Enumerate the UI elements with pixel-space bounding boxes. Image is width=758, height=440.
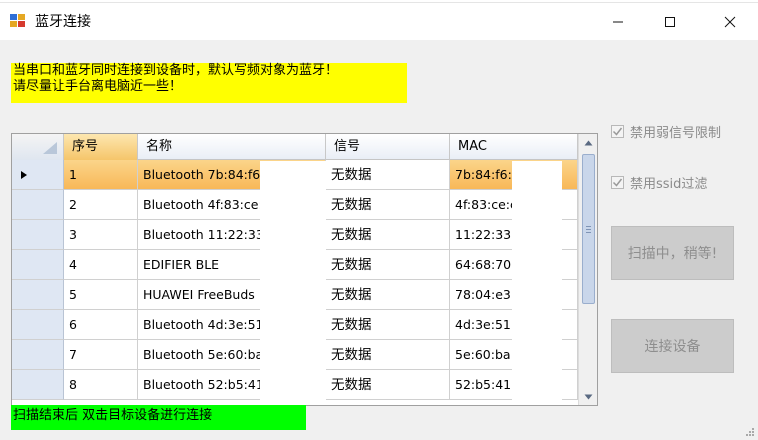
app-windows-form-icon [9, 12, 27, 28]
disable-ssid-filter-checkbox[interactable]: 禁用ssid过滤 [611, 173, 707, 192]
disable-weak-signal-checkbox[interactable]: 禁用弱信号限制 [611, 122, 721, 141]
resize-grip-icon[interactable] [745, 427, 755, 437]
cell-seq[interactable]: 6 [64, 310, 138, 340]
cell-signal[interactable]: 无数据 [326, 280, 450, 310]
disable-weak-signal-label: 禁用弱信号限制 [630, 126, 722, 141]
scroll-up-button[interactable] [579, 134, 597, 151]
cell-seq[interactable]: 4 [64, 250, 138, 280]
cell-seq[interactable]: 8 [64, 370, 138, 400]
column-header-seq[interactable]: 序号 [64, 134, 138, 160]
scan-button[interactable]: 扫描中，稍等! [611, 226, 734, 280]
minimize-button[interactable] [595, 3, 641, 40]
notice-label: 当串口和蓝牙同时连接到设备时，默认写频对象为蓝牙！ 请尽量让手台离电脑近一些！ [11, 63, 407, 103]
vertical-scrollbar[interactable] [578, 134, 597, 405]
disable-ssid-filter-label: 禁用ssid过滤 [630, 177, 708, 192]
redaction-mask-name [260, 161, 326, 405]
scroll-up-arrow-icon [584, 140, 593, 145]
row-header[interactable] [12, 280, 64, 310]
close-button[interactable] [707, 3, 753, 40]
close-icon [724, 16, 736, 27]
scroll-down-arrow-icon [584, 394, 593, 399]
notice-line-2: 请尽量让手台离电脑近一些！ [13, 79, 183, 94]
minimize-icon [613, 21, 623, 22]
cell-seq[interactable]: 1 [64, 160, 138, 190]
scroll-down-button[interactable] [579, 388, 597, 405]
maximize-icon [665, 16, 675, 27]
cell-signal[interactable]: 无数据 [326, 190, 450, 220]
cell-signal[interactable]: 无数据 [326, 160, 450, 190]
row-header[interactable] [12, 160, 64, 190]
row-header[interactable] [12, 370, 64, 400]
client-area: 当串口和蓝牙同时连接到设备时，默认写频对象为蓝牙！ 请尽量让手台离电脑近一些！ … [0, 40, 758, 440]
checkbox-checked-icon [611, 176, 624, 189]
cell-signal[interactable]: 无数据 [326, 340, 450, 370]
cell-seq[interactable]: 7 [64, 340, 138, 370]
column-header-name[interactable]: 名称 [138, 134, 326, 160]
connect-device-button[interactable]: 连接设备 [611, 319, 734, 373]
cell-signal[interactable]: 无数据 [326, 370, 450, 400]
column-header-mac[interactable]: MAC [450, 134, 578, 160]
current-row-arrow-icon [21, 171, 27, 179]
notice-line-1: 当串口和蓝牙同时连接到设备时，默认写频对象为蓝牙！ [13, 63, 339, 78]
cell-signal[interactable]: 无数据 [326, 220, 450, 250]
title-bar[interactable]: 蓝牙连接 [0, 3, 758, 40]
redaction-mask-mac [512, 161, 562, 405]
device-grid[interactable]: 序号 名称 信号 MAC 1 Bluetooth 7b:84:f6:5 无数据 … [11, 133, 598, 406]
select-all-corner[interactable] [12, 134, 64, 160]
scroll-thumb[interactable] [582, 154, 595, 304]
grid-header: 序号 名称 信号 MAC [12, 134, 578, 160]
cell-signal[interactable]: 无数据 [326, 250, 450, 280]
column-header-signal[interactable]: 信号 [326, 134, 450, 160]
maximize-button[interactable] [647, 3, 693, 40]
row-header[interactable] [12, 340, 64, 370]
row-header[interactable] [12, 190, 64, 220]
checkbox-checked-icon [611, 125, 624, 138]
window-title: 蓝牙连接 [35, 14, 91, 30]
cell-seq[interactable]: 2 [64, 190, 138, 220]
cell-seq[interactable]: 5 [64, 280, 138, 310]
cell-signal[interactable]: 无数据 [326, 310, 450, 340]
cell-seq[interactable]: 3 [64, 220, 138, 250]
row-header[interactable] [12, 250, 64, 280]
row-header[interactable] [12, 220, 64, 250]
row-header[interactable] [12, 310, 64, 340]
status-label: 扫描结束后 双击目标设备进行连接 [11, 405, 306, 430]
